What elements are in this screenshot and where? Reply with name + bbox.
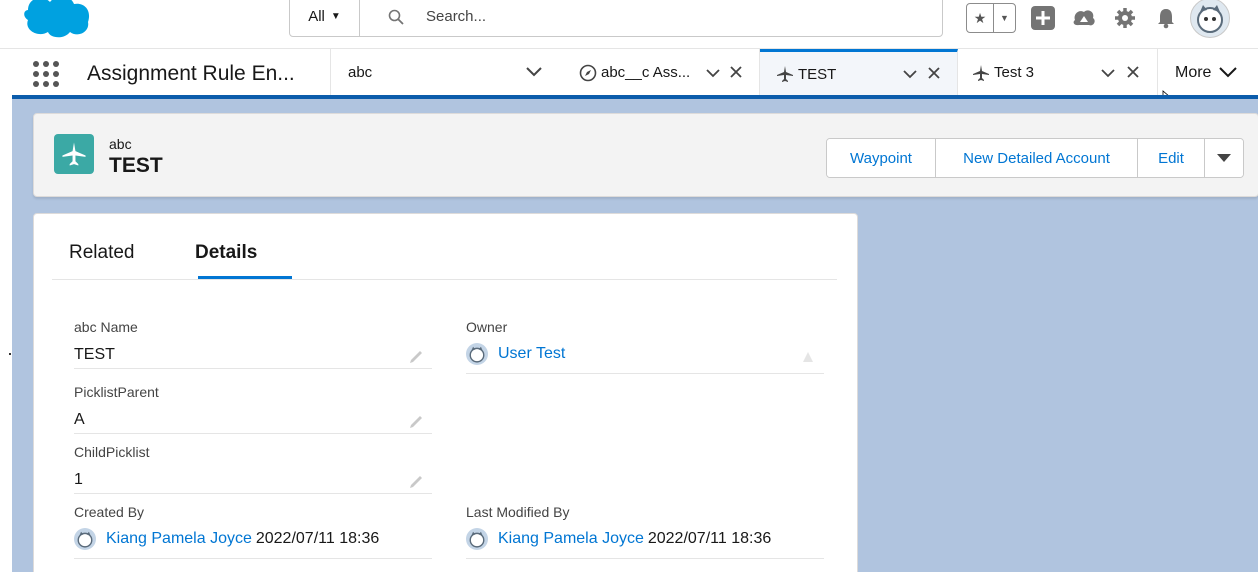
- close-tab-icon[interactable]: [1127, 65, 1139, 81]
- field-child-picklist: ChildPicklist 1: [74, 444, 432, 496]
- tab-test[interactable]: TEST: [760, 49, 958, 96]
- app-launcher-icon[interactable]: [31, 59, 59, 87]
- field-divider: [466, 558, 824, 559]
- app-name: Assignment Rule En...: [87, 62, 295, 85]
- edit-pencil-icon[interactable]: [408, 414, 424, 430]
- field-value: A: [74, 411, 85, 428]
- left-edge: [0, 95, 12, 572]
- modified-by-link[interactable]: Kiang Pamela Joyce: [498, 530, 644, 548]
- tab-details[interactable]: Details: [195, 242, 257, 264]
- favorites-button-group[interactable]: ★ ▼: [966, 3, 1016, 33]
- navigation-bar: Assignment Rule En... abc abc__c Ass... …: [0, 48, 1258, 96]
- bell-icon[interactable]: [1152, 4, 1180, 32]
- gear-icon[interactable]: [1111, 4, 1139, 32]
- created-by-value: Kiang Pamela Joyce 2022/07/11 18:36: [74, 528, 379, 550]
- edit-pencil-icon[interactable]: [408, 474, 424, 490]
- field-owner: Owner User Test: [466, 319, 824, 374]
- chevron-down-icon[interactable]: [706, 65, 720, 81]
- plane-icon: [776, 65, 794, 83]
- more-label: More: [1175, 63, 1212, 81]
- compass-icon: [579, 64, 597, 82]
- field-abc-name: abc Name TEST: [74, 319, 432, 371]
- trailhead-icon[interactable]: [1070, 4, 1098, 32]
- user-avatar-icon: [466, 528, 488, 550]
- change-owner-icon[interactable]: [800, 349, 816, 365]
- search-scope-label: All: [308, 8, 325, 25]
- owner-value: User Test: [466, 343, 565, 365]
- tab-related[interactable]: Related: [69, 242, 135, 264]
- field-label: PicklistParent: [74, 384, 159, 400]
- waypoint-button[interactable]: Waypoint: [827, 139, 936, 177]
- field-label: ChildPicklist: [74, 444, 150, 460]
- caret-down-icon: ▼: [330, 11, 341, 22]
- tab-test-3[interactable]: Test 3: [958, 49, 1158, 96]
- field-value: TEST: [74, 346, 115, 363]
- chevron-down-icon: [1219, 67, 1238, 78]
- stray-dot: [9, 353, 11, 355]
- star-icon[interactable]: ★: [967, 4, 993, 32]
- field-label: Created By: [74, 504, 145, 520]
- salesforce-logo[interactable]: [20, 0, 94, 40]
- field-picklist-parent: PicklistParent A: [74, 384, 432, 436]
- search-input[interactable]: Search...: [426, 8, 486, 25]
- owner-link[interactable]: User Test: [498, 345, 565, 363]
- tab-label: TEST: [798, 65, 837, 83]
- field-label: Last Modified By: [466, 504, 570, 520]
- tab-label: abc__c Ass...: [601, 64, 691, 81]
- nav-item-label: abc: [348, 64, 373, 81]
- record-title: TEST: [109, 154, 163, 177]
- chevron-down-icon[interactable]: [526, 65, 542, 80]
- field-value: 1: [74, 471, 83, 488]
- field-divider: [74, 433, 432, 434]
- chevron-down-icon[interactable]: [903, 66, 917, 82]
- field-created-by: Created By Kiang Pamela Joyce 2022/07/11…: [74, 504, 432, 559]
- more-tabs-button[interactable]: More: [1175, 49, 1238, 96]
- global-header: All ▼ Search... ★ ▼: [0, 0, 1258, 48]
- new-detailed-account-button[interactable]: New Detailed Account: [936, 139, 1138, 177]
- plane-icon: [972, 64, 990, 82]
- record-header: abc TEST Waypoint New Detailed Account E…: [33, 113, 1258, 197]
- global-actions-icon[interactable]: [1029, 4, 1057, 32]
- field-divider: [74, 493, 432, 494]
- details-card: Related Details abc Name TEST Owner User…: [33, 213, 858, 572]
- user-avatar-icon: [74, 528, 96, 550]
- detail-tabs: Related Details: [52, 228, 837, 280]
- field-last-modified-by: Last Modified By Kiang Pamela Joyce 2022…: [466, 504, 824, 559]
- user-avatar-icon: [466, 343, 488, 365]
- more-actions-dropdown[interactable]: [1205, 139, 1243, 177]
- field-label: abc Name: [74, 319, 138, 335]
- modified-date: 2022/07/11 18:36: [647, 530, 772, 547]
- created-by-link[interactable]: Kiang Pamela Joyce: [106, 530, 252, 548]
- edit-pencil-icon[interactable]: [408, 349, 424, 365]
- modified-by-value: Kiang Pamela Joyce 2022/07/11 18:36: [466, 528, 771, 550]
- chevron-down-icon[interactable]: [1101, 65, 1115, 81]
- field-divider: [74, 558, 432, 559]
- tab-label: Test 3: [994, 64, 1035, 81]
- edit-button[interactable]: Edit: [1138, 139, 1205, 177]
- close-tab-icon[interactable]: [730, 65, 742, 81]
- field-label: Owner: [466, 319, 508, 335]
- caret-down-icon: [1217, 154, 1231, 162]
- header-actions: ★ ▼: [966, 0, 1230, 38]
- record-action-buttons: Waypoint New Detailed Account Edit: [826, 138, 1244, 178]
- global-search[interactable]: All ▼ Search...: [289, 0, 943, 37]
- user-avatar[interactable]: [1190, 0, 1230, 38]
- active-tab-indicator: [198, 276, 292, 279]
- created-date: 2022/07/11 18:36: [255, 530, 380, 547]
- tab-abc-assignment[interactable]: abc__c Ass...: [563, 49, 760, 96]
- field-divider: [74, 368, 432, 369]
- search-scope-dropdown[interactable]: All ▼: [290, 0, 360, 36]
- field-divider: [466, 373, 824, 374]
- nav-item-abc[interactable]: abc: [348, 49, 558, 96]
- favorites-dropdown-icon[interactable]: ▼: [993, 4, 1015, 32]
- search-icon: [386, 7, 406, 27]
- nav-divider: [330, 49, 331, 96]
- record-type-icon: [54, 134, 94, 174]
- close-tab-icon[interactable]: [928, 66, 940, 82]
- record-object-label: abc: [109, 136, 132, 152]
